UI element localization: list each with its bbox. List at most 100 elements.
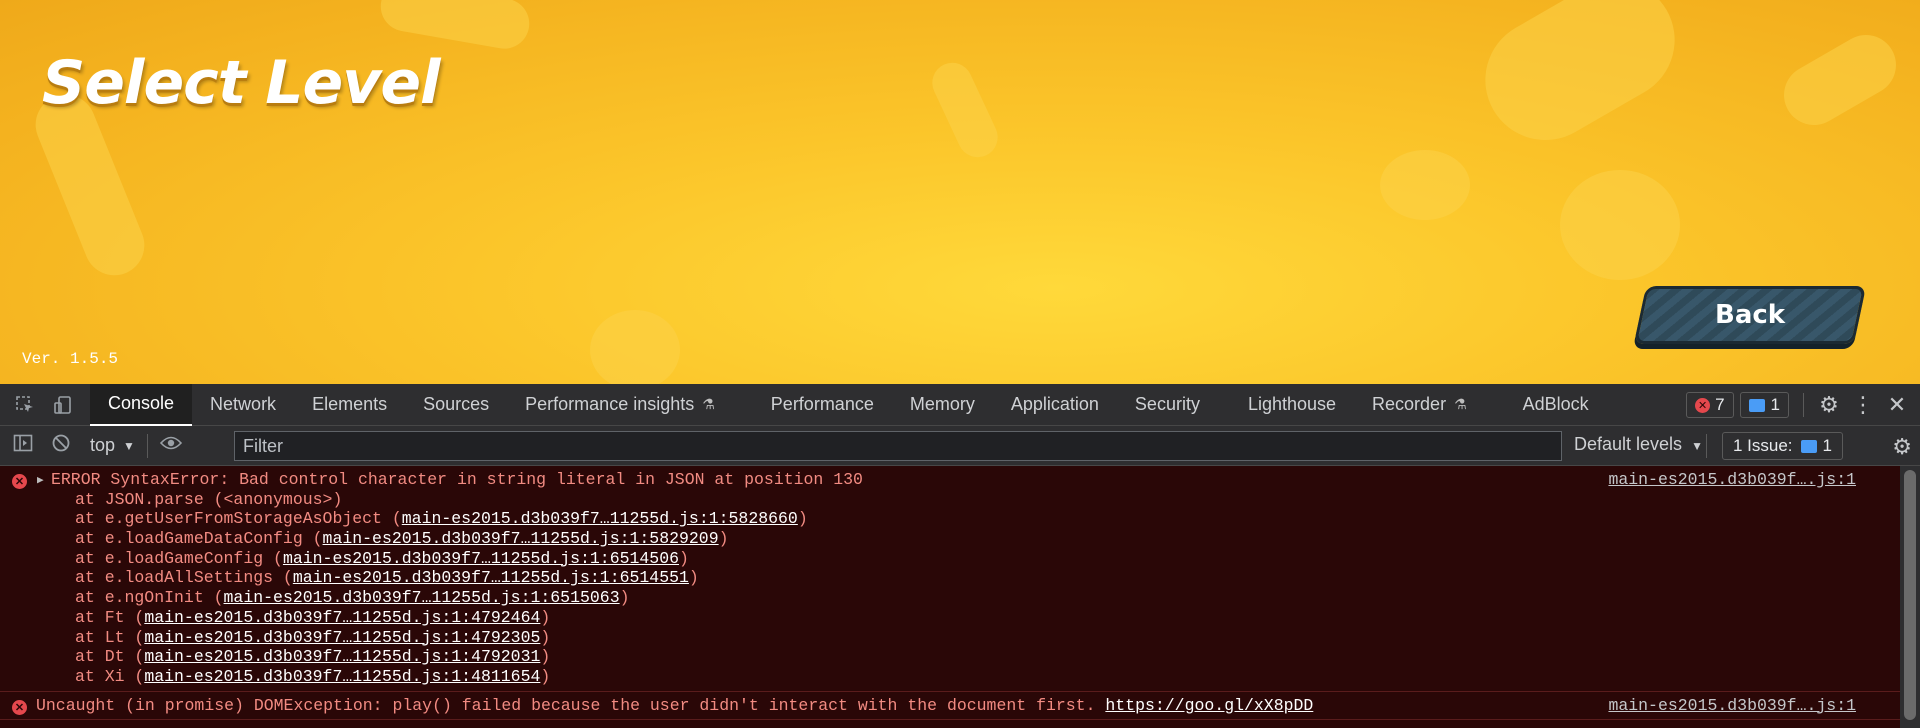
error-count-badge[interactable]: ✕ 7: [1686, 392, 1734, 418]
stack-frame: at e.ngOnInit (main-es2015.d3b039f7…1125…: [0, 588, 1900, 608]
stack-frame-text: at e.loadGameConfig (: [75, 548, 283, 568]
stack-frame-suffix: ): [619, 588, 630, 608]
stack-frame-link[interactable]: main-es2015.d3b039f7…11255d.js:1:5829209: [323, 529, 719, 548]
divider: [146, 433, 148, 458]
back-button[interactable]: Back: [1633, 286, 1867, 344]
game-canvas: Select Level Ver. 1.5.5 Back: [0, 0, 1920, 384]
context-label: top: [90, 435, 116, 455]
message-icon: [1800, 439, 1817, 453]
stack-frame: at e.getUserFromStorageAsObject (main-es…: [0, 509, 1900, 529]
tab-recorder[interactable]: Recorder ⚗: [1354, 384, 1485, 426]
stack-frame-suffix: ): [540, 607, 551, 627]
carrot-decoration-top: [376, 0, 534, 53]
stack-frame-link[interactable]: main-es2015.d3b039f7…11255d.js:1:4792031: [144, 647, 540, 666]
error-icon: ✕: [12, 474, 27, 489]
stack-frame: at Ft (main-es2015.d3b039f7…11255d.js:1:…: [0, 608, 1900, 628]
stack-frame-link[interactable]: main-es2015.d3b039f7…11255d.js:1:6514551: [293, 568, 689, 587]
stack-frame-text: at JSON.parse (<anonymous>): [75, 489, 343, 509]
page-title: Select Level: [42, 48, 441, 118]
back-button-label: Back: [1714, 300, 1786, 330]
more-options-icon[interactable]: ⋮: [1846, 392, 1880, 418]
stack-frame-text: at Dt (: [75, 647, 145, 667]
stack-frame-text: at e.loadAllSettings (: [75, 568, 293, 588]
eye-icon[interactable]: [156, 434, 186, 457]
chevron-down-icon: ▼: [123, 438, 135, 453]
stack-frame-text: at Ft (: [75, 607, 145, 627]
settings-gear-icon[interactable]: ⚙: [1812, 392, 1846, 418]
error-message-text: Uncaught (in promise) DOMException: play…: [36, 695, 1106, 715]
stack-frame-text: at e.getUserFromStorageAsObject (: [75, 509, 402, 529]
tab-console[interactable]: Console: [90, 383, 193, 426]
stack-frame-text: at e.loadGameDataConfig (: [75, 529, 323, 549]
stack-frame-suffix: ): [797, 509, 808, 529]
stack-frame: at e.loadAllSettings (main-es2015.d3b039…: [0, 568, 1900, 588]
log-levels-dropdown[interactable]: Default levels ▼: [1574, 434, 1703, 455]
tab-elements[interactable]: Elements: [294, 384, 405, 426]
stack-frame-link[interactable]: main-es2015.d3b039f7…11255d.js:1:4811654: [144, 667, 540, 686]
version-label: Ver. 1.5.5: [22, 350, 119, 368]
chevron-down-icon: ▼: [1691, 439, 1703, 453]
devtools-panel: Console Network Elements Sources Perform…: [0, 383, 1920, 728]
message-count-badge[interactable]: 1: [1739, 392, 1789, 418]
stack-frame-suffix: ): [718, 529, 729, 549]
stack-frame: at e.loadGameDataConfig (main-es2015.d3b…: [0, 529, 1900, 549]
tab-adblock-label: AdBlock: [1522, 394, 1589, 414]
console-scrollbar[interactable]: [1900, 466, 1920, 728]
stack-frame-suffix: ): [679, 548, 689, 568]
tab-network[interactable]: Network: [192, 384, 294, 426]
tab-recorder-label: Recorder: [1372, 394, 1447, 414]
stack-frame-link[interactable]: main-es2015.d3b039f7…11255d.js:1:6515063: [224, 588, 620, 607]
stack-frame-link[interactable]: main-es2015.d3b039f7…11255d.js:1:4792464: [144, 608, 540, 627]
issues-label: 1 Issue:: [1733, 436, 1793, 455]
tab-memory[interactable]: Memory: [892, 384, 993, 426]
carrot-decoration-right: [1463, 0, 1697, 162]
leaf-decoration-mid: [1380, 150, 1470, 220]
tab-console-label: Console: [108, 393, 175, 413]
tab-memory-label: Memory: [909, 394, 975, 414]
divider: [1706, 434, 1707, 458]
error-icon: ✕: [12, 699, 27, 715]
clear-console-icon[interactable]: [46, 433, 76, 459]
tab-performance-insights[interactable]: Performance insights ⚗: [507, 384, 733, 426]
tab-performance-insights-label: Performance insights: [525, 394, 695, 414]
stack-frame-suffix: ): [540, 627, 551, 647]
tab-application-label: Application: [1010, 394, 1099, 414]
tab-security[interactable]: Security: [1117, 384, 1218, 426]
carrot-decoration-center: [925, 56, 1005, 164]
filter-input[interactable]: [234, 431, 1562, 461]
tab-performance[interactable]: Performance: [753, 384, 892, 426]
console-output: ✕ ▶ ERROR SyntaxError: Bad control chara…: [0, 466, 1900, 728]
stack-frame-text: at Lt (: [75, 627, 145, 647]
expand-triangle-icon[interactable]: ▶: [37, 473, 44, 487]
issues-button[interactable]: 1 Issue: 1: [1722, 432, 1844, 460]
sidebar-toggle-icon[interactable]: [8, 434, 38, 458]
error-icon: ✕: [1695, 397, 1711, 413]
inspect-element-icon[interactable]: [12, 392, 38, 418]
source-link[interactable]: main-es2015.d3b039f….js:1: [1608, 696, 1856, 715]
stack-frame-suffix: ): [540, 666, 551, 686]
stack-frame-link[interactable]: main-es2015.d3b039f7…11255d.js:1:5828660: [402, 509, 798, 528]
scrollbar-thumb[interactable]: [1904, 470, 1916, 720]
stack-frame: at Xi (main-es2015.d3b039f7…11255d.js:1:…: [0, 667, 1900, 687]
help-link[interactable]: https://goo.gl/xX8pDD: [1105, 696, 1313, 715]
source-link[interactable]: main-es2015.d3b039f….js:1: [1608, 470, 1856, 489]
console-filterbar: top ▼ Default levels ▼ 1 Issue: 1 ⚙: [0, 426, 1920, 466]
tab-lighthouse-label: Lighthouse: [1247, 394, 1337, 414]
device-toolbar-icon[interactable]: [50, 392, 76, 418]
close-icon[interactable]: ✕: [1880, 392, 1914, 418]
console-settings-gear-icon[interactable]: ⚙: [1892, 434, 1912, 460]
tab-sources[interactable]: Sources: [405, 384, 507, 426]
stack-frame-suffix: ): [540, 647, 551, 667]
tab-adblock[interactable]: AdBlock: [1505, 384, 1607, 426]
leaf-decoration-bottom: [590, 310, 680, 384]
tab-application[interactable]: Application: [993, 384, 1117, 426]
context-selector[interactable]: top ▼: [90, 435, 135, 456]
stack-frame-link[interactable]: main-es2015.d3b039f7…11255d.js:1:6514506: [283, 549, 679, 568]
message-count: 1: [1770, 395, 1780, 414]
tab-lighthouse[interactable]: Lighthouse: [1230, 384, 1354, 426]
stack-frame-link[interactable]: main-es2015.d3b039f7…11255d.js:1:4792305: [144, 628, 540, 647]
tab-sources-label: Sources: [423, 394, 490, 414]
stack-frame: at JSON.parse (<anonymous>): [0, 490, 1900, 510]
flask-icon: ⚗: [1454, 396, 1467, 412]
console-error-entry: ✕ ▶ ERROR SyntaxError: Bad control chara…: [0, 466, 1900, 692]
